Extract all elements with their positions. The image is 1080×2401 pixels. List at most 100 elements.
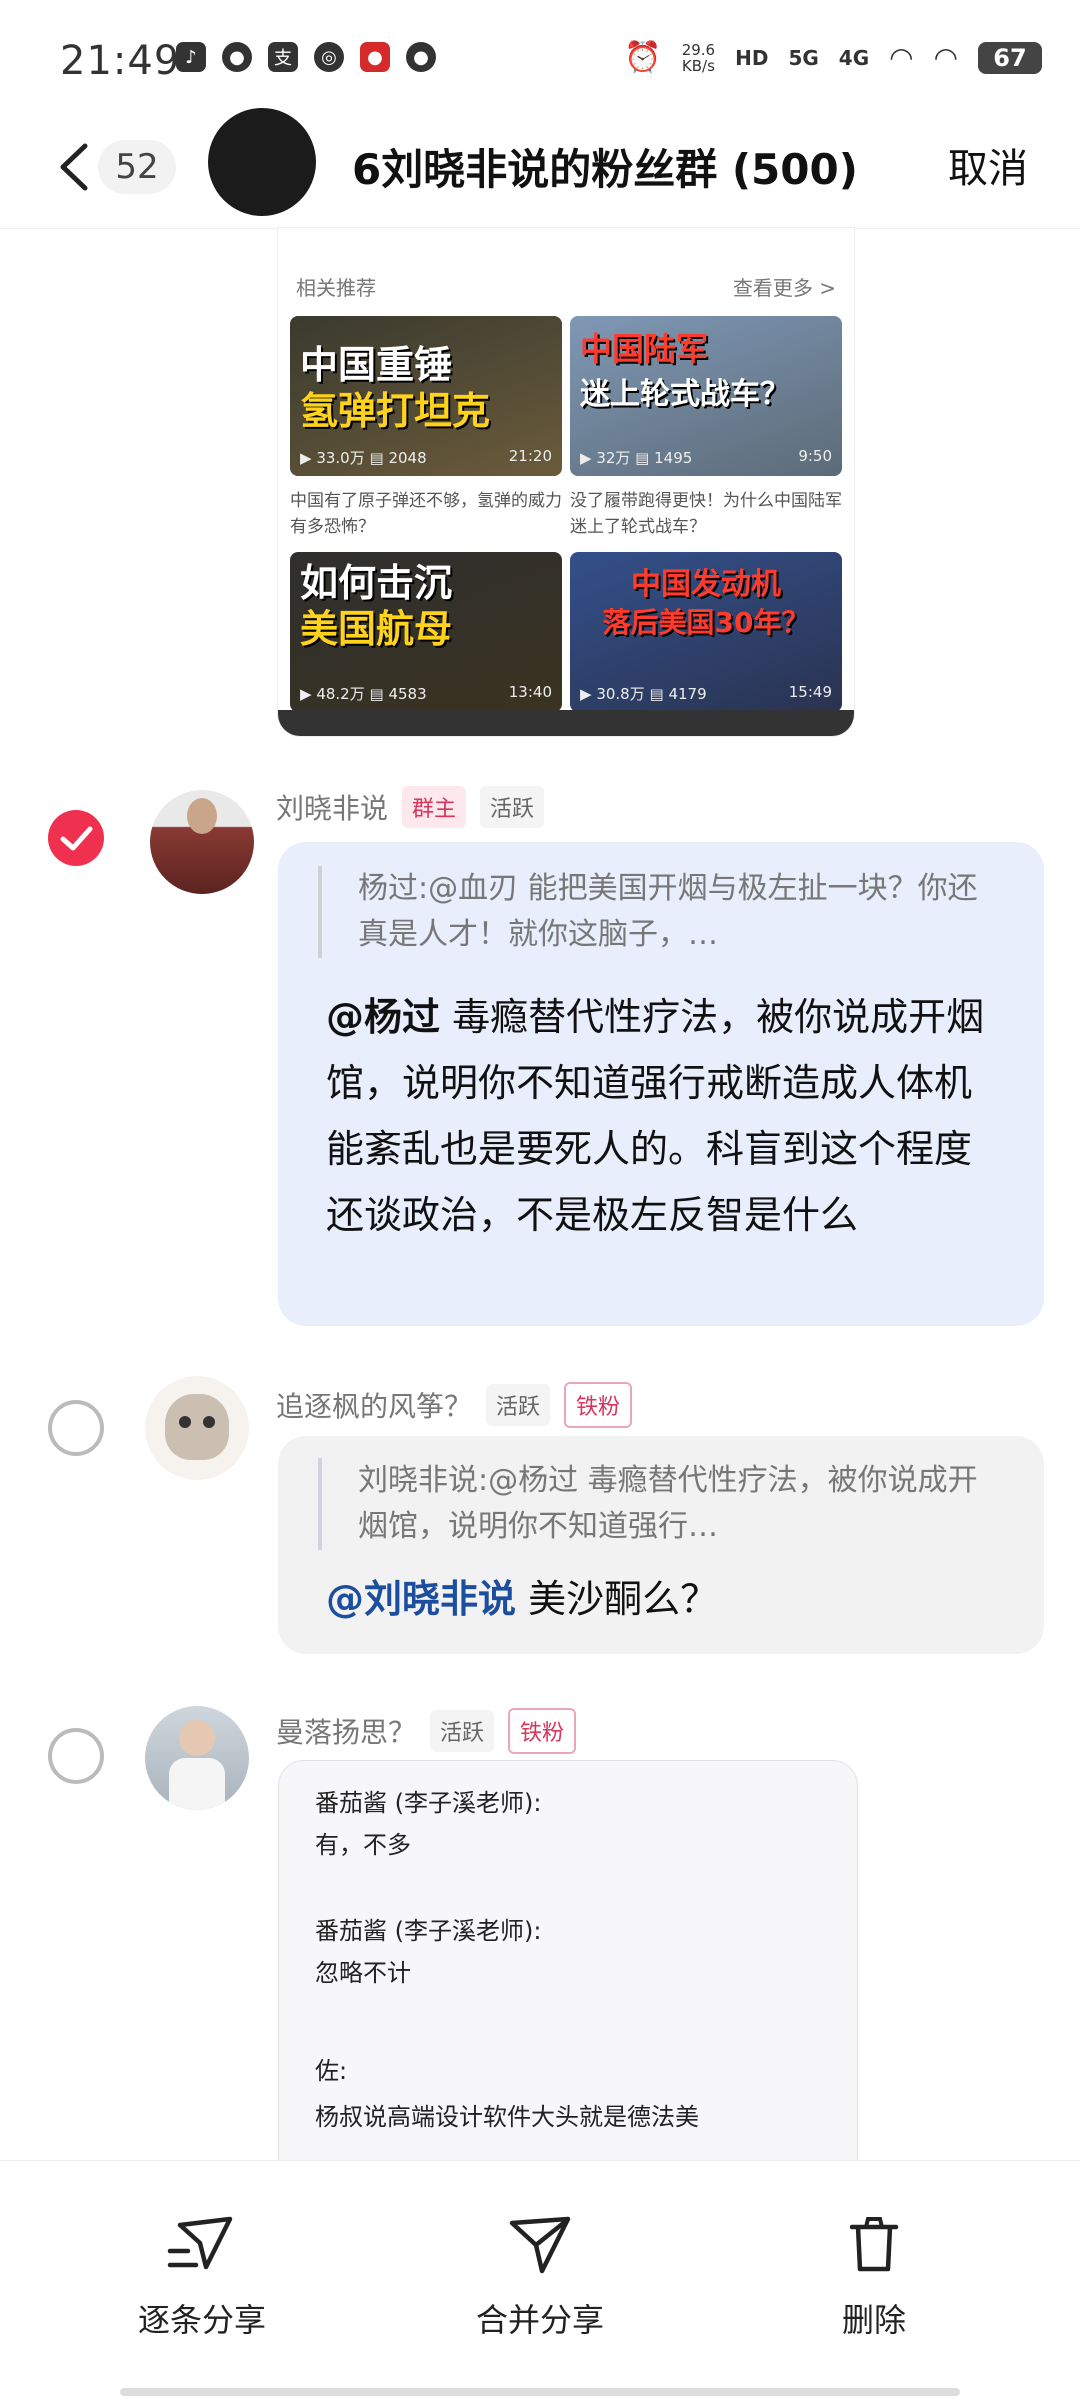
owner-badge: 群主 [402, 786, 467, 828]
hd-icon: HD [735, 45, 769, 70]
sender-row: 曼落扬思？ 活跃 铁粉 [276, 1708, 577, 1754]
video-thumbnail: 中国发动机 落后美国30年？ ▶ 30.8万 ▤ 4179 15:49 [570, 552, 842, 712]
message-bubble[interactable]: 刘晓非说:@杨过 毒瘾替代性疗法，被你说成开烟馆，说明你不知道强行… @刘晓非说… [278, 1436, 1044, 1654]
message-body: 美沙酮么？ [516, 1577, 719, 1621]
home-indicator [120, 2388, 960, 2396]
video-card[interactable]: 中国陆军 迷上轮式战车？ ▶ 32万 ▤ 1495 9:50 没了履带跑得更快！为什… [570, 316, 842, 540]
duration: 21:20 [508, 447, 552, 465]
status-bar: 21:49 ♪ ● 支 ◎ ● ● ⏰ 29.6 KB/s HD 5G 4G ◠… [0, 0, 1080, 120]
share-merge-label: 合并分享 [475, 2301, 604, 2339]
thumb-title: 中国重锤 [300, 343, 453, 387]
app-icon: ● [360, 42, 390, 72]
share-each-icon [167, 2216, 233, 2270]
signal-4g-icon: 4G [838, 45, 870, 70]
message-text: @刘晓非说 美沙酮么？ [326, 1566, 1004, 1632]
delete-button[interactable]: 删除 [764, 2213, 984, 2341]
share-each-button[interactable]: 逐条分享 [92, 2213, 312, 2341]
net-speed-unit: KB/s [681, 56, 715, 75]
trash-icon [849, 2217, 899, 2272]
share-merge-icon [509, 2216, 571, 2274]
selection-action-bar: 逐条分享 合并分享 删除 [0, 2160, 1080, 2401]
thumb-title: 如何击沉 [300, 561, 453, 605]
thumb-subtitle: 迷上轮式战车？ [580, 377, 790, 412]
view-count: 30.8万 [596, 685, 645, 703]
sender-name[interactable]: 刘晓非说 [276, 787, 388, 827]
thumb-subtitle: 氢弹打坦克 [300, 389, 491, 433]
shared-link-card[interactable]: 相关推荐 查看更多 > 中国重锤 氢弹打坦克 ▶ 33.0万 ▤ 2048 21:2… [278, 228, 854, 736]
net-speed: 29.6 KB/s [682, 42, 715, 74]
chat-header: 52 6刘晓非说的粉丝群 (500) 取消 [0, 108, 1080, 229]
image-text-line: 有，不多 [315, 1831, 411, 1859]
group-avatar[interactable] [208, 108, 316, 216]
avatar[interactable] [145, 1706, 249, 1810]
video-caption: 中国有了原子弹还不够，氢弹的威力有多恐怖？ [290, 491, 562, 537]
comment-count: 4179 [668, 685, 707, 703]
card-footer [278, 710, 854, 736]
thumb-subtitle: 美国航母 [300, 607, 453, 651]
mention[interactable]: @杨过 [326, 995, 440, 1039]
message-text: @杨过 毒瘾替代性疗法，被你说成开烟馆，说明你不知道强行戒断造成人体机能紊乱也是… [326, 984, 1004, 1248]
fan-badge: 铁粉 [508, 1708, 577, 1754]
video-card[interactable]: 如何击沉 美国航母 ▶ 48.2万 ▤ 4583 13:40 [290, 552, 562, 712]
video-caption: 没了履带跑得更快！为什么中国陆军迷上了轮式战车？ [570, 491, 842, 537]
net-speed-value: 29.6 [681, 40, 716, 59]
quoted-message[interactable]: 杨过:@血刃 能把美国开烟与极左扯一块？你还真是人才！就你这脑子，… [318, 866, 1004, 958]
sender-name[interactable]: 追逐枫的风筝？ [276, 1385, 472, 1425]
back-arrow-icon[interactable] [55, 142, 95, 192]
cancel-button[interactable]: 取消 [948, 136, 1028, 194]
duration: 13:40 [508, 683, 552, 701]
unread-count-badge[interactable]: 52 [98, 140, 176, 194]
thumb-title: 中国陆军 [580, 330, 709, 368]
select-checkbox-checked[interactable] [48, 810, 104, 866]
chat-icon: ● [406, 42, 436, 72]
quoted-message[interactable]: 刘晓非说:@杨过 毒瘾替代性疗法，被你说成开烟馆，说明你不知道强行… [318, 1458, 1004, 1550]
video-thumbnail: 中国陆军 迷上轮式战车？ ▶ 32万 ▤ 1495 9:50 [570, 316, 842, 476]
related-label: 相关推荐 [296, 276, 376, 300]
image-text-line: 忽略不计 [315, 1959, 411, 1987]
video-thumbnail: 中国重锤 氢弹打坦克 ▶ 33.0万 ▤ 2048 21:20 [290, 316, 562, 476]
active-badge: 活跃 [486, 1384, 551, 1426]
delete-label: 删除 [841, 2301, 906, 2339]
select-checkbox[interactable] [48, 1728, 104, 1784]
avatar[interactable] [145, 1376, 249, 1480]
comment-count: 1495 [654, 449, 693, 467]
share-merge-button[interactable]: 合并分享 [430, 2213, 650, 2341]
app-icon: 支 [268, 42, 298, 72]
active-badge: 活跃 [480, 786, 545, 828]
fan-badge: 铁粉 [564, 1382, 633, 1428]
view-count: 48.2万 [316, 685, 365, 703]
wifi-icon: ◠ [889, 41, 914, 74]
duration: 15:49 [788, 683, 832, 701]
battery-indicator: 67 [978, 41, 1042, 74]
sender-name[interactable]: 曼落扬思？ [276, 1711, 416, 1751]
comment-count: 2048 [388, 449, 427, 467]
tiktok-icon: ♪ [176, 42, 206, 72]
view-count: 33.0万 [316, 449, 365, 467]
duration: 9:50 [798, 447, 832, 465]
signal-5g-icon: 5G [788, 45, 819, 70]
active-badge: 活跃 [430, 1710, 495, 1752]
view-count: 32万 [596, 449, 631, 467]
message-bubble[interactable]: 杨过:@血刃 能把美国开烟与极左扯一块？你还真是人才！就你这脑子，… @杨过 毒… [278, 842, 1044, 1326]
alarm-icon: ⏰ [624, 40, 662, 75]
image-text-line: 杨叔说高端设计软件大头就是德法美 [315, 2103, 699, 2131]
mention[interactable]: @刘晓非说 [326, 1577, 516, 1621]
image-text-line: 番茄酱 (李子溪老师): [315, 1917, 542, 1945]
avatar[interactable] [150, 790, 254, 894]
see-more-link[interactable]: 查看更多 > [733, 272, 836, 301]
video-card[interactable]: 中国重锤 氢弹打坦克 ▶ 33.0万 ▤ 2048 21:20 中国有了原子弹还不够… [290, 316, 562, 540]
sender-row: 追逐枫的风筝？ 活跃 铁粉 [276, 1382, 633, 1428]
sender-row: 刘晓非说 群主 活跃 [276, 786, 545, 828]
thumb-title: 中国发动机 [631, 567, 781, 602]
image-text-line: 佐: [315, 2057, 348, 2085]
status-time: 21:49 [60, 38, 181, 84]
select-checkbox[interactable] [48, 1400, 104, 1456]
wifi-icon-2: ◠ [933, 41, 958, 74]
image-message[interactable]: 番茄酱 (李子溪老师): 有，不多 番茄酱 (李子溪老师): 忽略不计 佐: 杨… [278, 1760, 858, 2182]
notification-icons: ♪ ● 支 ◎ ● ● [176, 42, 436, 72]
comment-count: 4583 [388, 685, 427, 703]
group-title[interactable]: 6刘晓非说的粉丝群 (500) [352, 136, 858, 197]
share-each-label: 逐条分享 [137, 2301, 266, 2339]
video-card[interactable]: 中国发动机 落后美国30年？ ▶ 30.8万 ▤ 4179 15:49 [570, 552, 842, 712]
app-icon: ● [222, 42, 252, 72]
